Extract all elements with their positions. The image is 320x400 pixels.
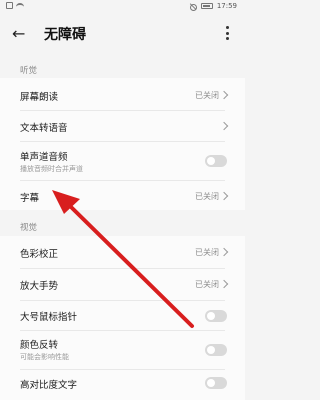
hearing-settings-card: 屏幕朗读 已关闭 文本转语音 单声道音频 播放音频时合并声道 字幕 已关闭 [0, 78, 245, 210]
more-options-icon[interactable] [224, 26, 230, 40]
row-title: 颜色反转 [20, 340, 59, 351]
wifi-icon [16, 2, 24, 9]
row-screen-reader[interactable]: 屏幕朗读 已关闭 [0, 78, 245, 110]
chevron-right-icon [219, 279, 229, 289]
row-subtitle: 可能会影响性能 [20, 353, 69, 361]
vision-settings-card: 色彩校正 已关闭 放大手势 已关闭 大号鼠标指针 颜色反转 可能会影响性能 高对… [0, 236, 245, 400]
section-label-hearing: 听觉 [20, 66, 38, 76]
row-status: 已关闭 [195, 248, 219, 257]
status-left [6, 2, 24, 9]
row-mono-audio[interactable]: 单声道音频 播放音频时合并声道 [0, 142, 245, 180]
section-label-vision: 视觉 [20, 223, 38, 233]
back-arrow-icon[interactable]: ← [12, 26, 28, 42]
row-status: 已关闭 [195, 280, 219, 289]
row-status: 已关闭 [195, 192, 219, 201]
row-subtitle: 播放音频时合并声道 [20, 165, 83, 173]
battery-icon [200, 3, 213, 9]
row-text-to-speech[interactable]: 文本转语音 [0, 111, 245, 141]
color-inversion-toggle[interactable] [205, 344, 227, 356]
app-header: ← 无障碍 [0, 16, 245, 52]
page-title: 无障碍 [44, 27, 86, 43]
large-pointer-toggle[interactable] [205, 310, 227, 322]
row-title: 色彩校正 [20, 249, 59, 260]
mute-icon [189, 3, 197, 11]
status-time: 17:59 [216, 2, 237, 10]
row-title: 字幕 [20, 193, 40, 204]
sim-card-icon [6, 2, 13, 9]
chevron-right-icon [219, 90, 229, 100]
status-right: 17:59 [189, 2, 237, 11]
row-captions[interactable]: 字幕 已关闭 [0, 181, 245, 210]
row-high-contrast[interactable]: 高对比度文字 [0, 370, 245, 400]
mono-audio-toggle[interactable] [205, 155, 227, 167]
status-bar: 17:59 [0, 0, 245, 13]
row-color-correction[interactable]: 色彩校正 已关闭 [0, 236, 245, 268]
row-title: 高对比度文字 [20, 380, 78, 391]
chevron-right-icon [219, 121, 229, 131]
chevron-right-icon [219, 247, 229, 257]
row-color-inversion[interactable]: 颜色反转 可能会影响性能 [0, 331, 245, 369]
high-contrast-toggle[interactable] [205, 377, 227, 389]
row-title: 大号鼠标指针 [20, 312, 78, 323]
row-magnification[interactable]: 放大手势 已关闭 [0, 269, 245, 300]
row-title: 单声道音频 [20, 152, 68, 163]
chevron-right-icon [219, 191, 229, 201]
row-title: 文本转语音 [20, 123, 68, 134]
row-title: 屏幕朗读 [20, 92, 59, 103]
row-large-pointer[interactable]: 大号鼠标指针 [0, 301, 245, 330]
row-title: 放大手势 [20, 281, 59, 292]
row-status: 已关闭 [195, 91, 219, 100]
